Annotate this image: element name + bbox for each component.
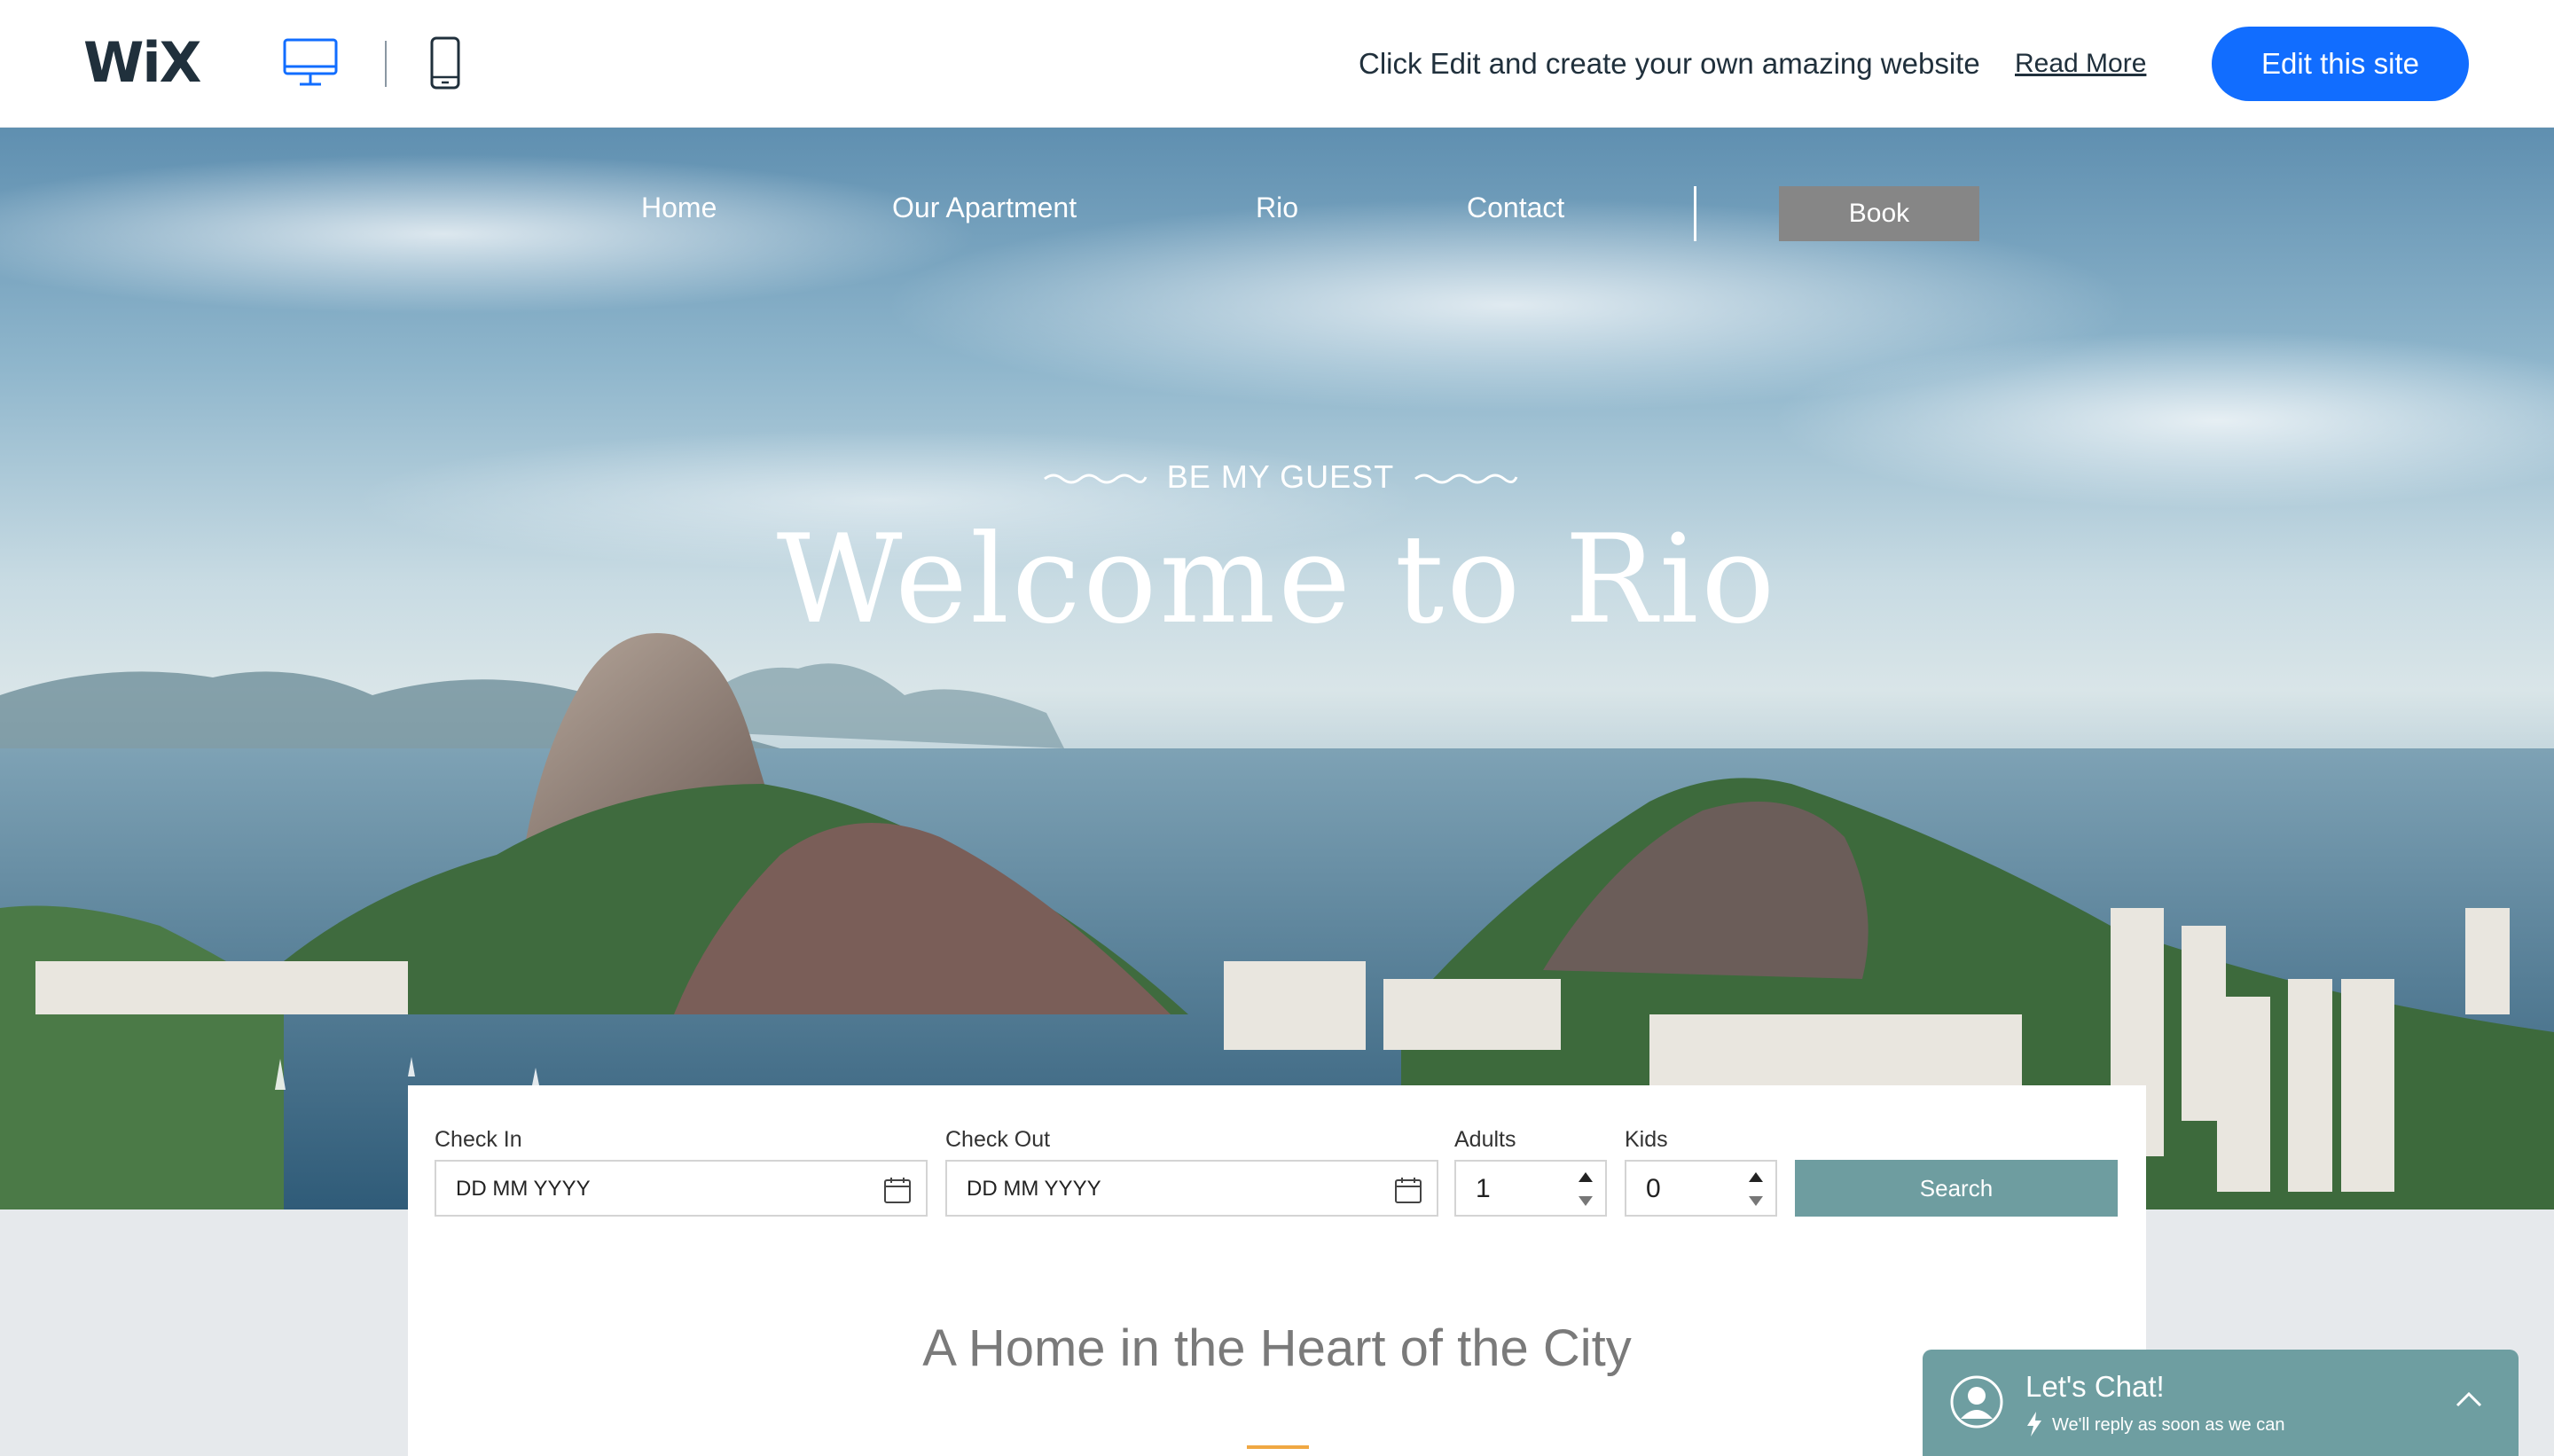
adults-label: Adults bbox=[1454, 1127, 1516, 1152]
wave-icon bbox=[1414, 474, 1518, 484]
mobile-icon[interactable] bbox=[429, 35, 461, 90]
wave-icon bbox=[1044, 474, 1148, 484]
nav-divider bbox=[1694, 186, 1696, 241]
hero-background-image bbox=[0, 154, 2554, 1209]
read-more-link[interactable]: Read More bbox=[2015, 47, 2146, 81]
stepper-arrows-icon[interactable] bbox=[1575, 1169, 1596, 1209]
nav-item-rio[interactable]: Rio bbox=[1256, 190, 1298, 225]
adults-value: 1 bbox=[1476, 1174, 1491, 1203]
calendar-icon[interactable] bbox=[883, 1176, 912, 1204]
nav-item-home[interactable]: Home bbox=[641, 190, 717, 225]
search-button[interactable]: Search bbox=[1795, 1160, 2118, 1217]
kids-stepper[interactable]: 0 bbox=[1625, 1160, 1777, 1217]
booking-panel: Check In DD MM YYYY Check Out DD MM YYYY… bbox=[408, 1085, 2146, 1456]
check-out-label: Check Out bbox=[945, 1127, 1051, 1152]
view-separator bbox=[385, 41, 387, 87]
wix-top-bar: WiX Click Edit and create your own amazi… bbox=[0, 0, 2554, 128]
nav-item-contact[interactable]: Contact bbox=[1467, 190, 1564, 225]
edit-site-button[interactable]: Edit this site bbox=[2212, 27, 2469, 101]
chat-title: Let's Chat! bbox=[2025, 1370, 2165, 1403]
check-in-label: Check In bbox=[435, 1127, 522, 1152]
kids-label: Kids bbox=[1625, 1127, 1668, 1152]
stepper-arrows-icon[interactable] bbox=[1745, 1169, 1767, 1209]
hero-kicker-text: BE MY GUEST bbox=[1166, 458, 1395, 495]
hero-title: Welcome to Rio bbox=[776, 508, 1778, 651]
site-nav: Home Our Apartment Rio Contact Book bbox=[0, 128, 2554, 287]
kids-value: 0 bbox=[1646, 1174, 1661, 1203]
section-title: A Home in the Heart of the City bbox=[922, 1319, 1632, 1377]
chat-widget[interactable]: Let's Chat! We'll reply as soon as we ca… bbox=[1923, 1350, 2519, 1456]
wix-logo[interactable]: WiX bbox=[83, 34, 201, 92]
hero-section: Home Our Apartment Rio Contact Book BE M… bbox=[0, 128, 2554, 1209]
lightning-icon bbox=[2027, 1412, 2041, 1436]
nav-item-our-apartment[interactable]: Our Apartment bbox=[892, 190, 1077, 225]
check-out-field[interactable]: DD MM YYYY bbox=[945, 1160, 1438, 1217]
accent-divider bbox=[1247, 1445, 1309, 1449]
check-in-value: DD MM YYYY bbox=[456, 1177, 591, 1201]
chevron-up-icon[interactable] bbox=[2455, 1390, 2483, 1408]
calendar-icon[interactable] bbox=[1394, 1176, 1422, 1204]
avatar-icon bbox=[1950, 1375, 2003, 1429]
adults-stepper[interactable]: 1 bbox=[1454, 1160, 1607, 1217]
check-in-field[interactable]: DD MM YYYY bbox=[435, 1160, 928, 1217]
check-out-value: DD MM YYYY bbox=[967, 1177, 1101, 1201]
book-button[interactable]: Book bbox=[1779, 186, 1979, 241]
promo-text: Click Edit and create your own amazing w… bbox=[1359, 47, 1980, 80]
desktop-icon[interactable] bbox=[282, 37, 339, 89]
hero-kicker: BE MY GUEST bbox=[1043, 450, 1518, 504]
chat-subtitle: We'll reply as soon as we can bbox=[2052, 1415, 2285, 1435]
